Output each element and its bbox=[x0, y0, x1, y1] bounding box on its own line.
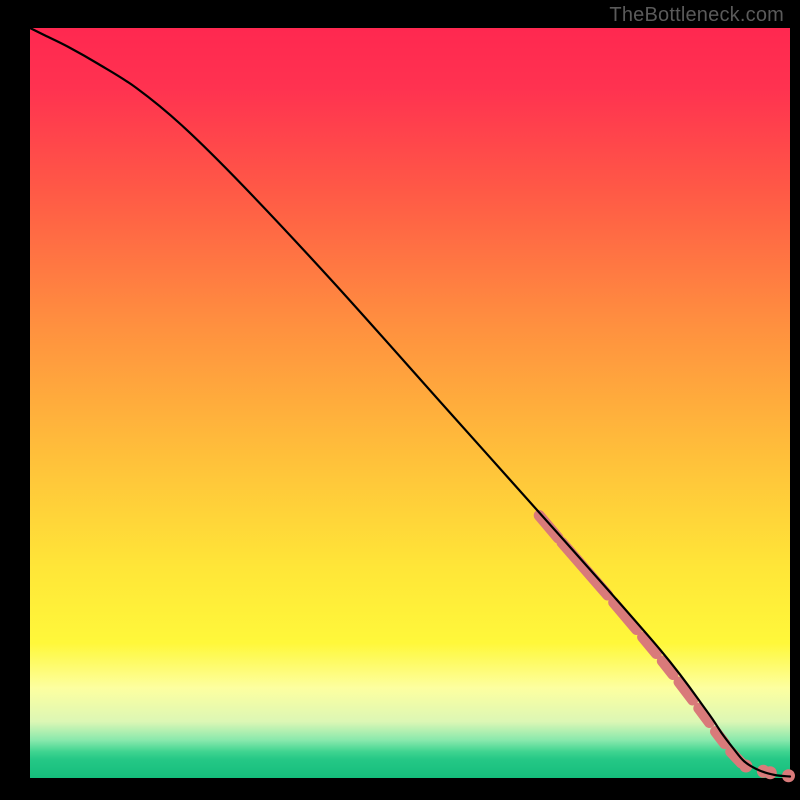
chart-svg bbox=[0, 0, 800, 800]
chart-stage: TheBottleneck.com bbox=[0, 0, 800, 800]
watermark-text: TheBottleneck.com bbox=[609, 4, 784, 27]
plot-background bbox=[30, 28, 790, 778]
